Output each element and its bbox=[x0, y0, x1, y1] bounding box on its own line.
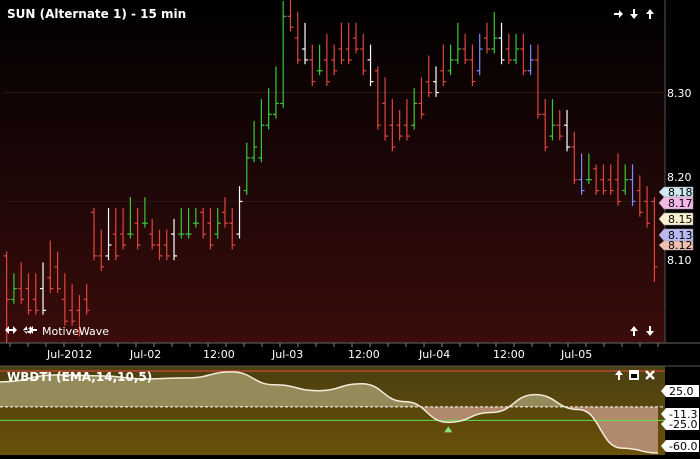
time-axis-label: Jul-05 bbox=[560, 348, 592, 361]
time-axis-label: Jul-02 bbox=[129, 348, 161, 361]
price-tag: 8.17 bbox=[658, 196, 694, 210]
price-tag-label: 8.15 bbox=[668, 213, 693, 226]
watermark-text: MotiveWave bbox=[42, 325, 109, 338]
chart-window: SUN (Alternate 1) - 15 min MotiveWave 8.… bbox=[0, 0, 700, 455]
price-tick-label: 8.30 bbox=[667, 87, 692, 100]
chart-canvas[interactable]: SUN (Alternate 1) - 15 min MotiveWave 8.… bbox=[0, 0, 700, 455]
indicator-level-label: 25.0 bbox=[669, 385, 694, 398]
time-axis-label: 12:00 bbox=[203, 348, 235, 361]
price-tick-label: 8.10 bbox=[667, 254, 692, 267]
indicator-level-label: -60.0 bbox=[669, 440, 697, 453]
time-axis-label: Jul-04 bbox=[418, 348, 450, 361]
price-tag-label: 8.12 bbox=[668, 239, 693, 252]
price-tag: 8.12 bbox=[658, 239, 694, 252]
time-axis-label: Jul-03 bbox=[271, 348, 303, 361]
time-axis-label: 12:00 bbox=[348, 348, 380, 361]
indicator-level-tag: -60.0 bbox=[661, 440, 699, 453]
indicator-level-tag: -25.0 bbox=[661, 418, 699, 431]
price-panel-background bbox=[0, 0, 665, 343]
chart-title: SUN (Alternate 1) - 15 min bbox=[7, 7, 186, 21]
indicator-axis: 25.0 -11.3 -25.0 -60.0 bbox=[661, 385, 699, 453]
price-tag: 8.15 bbox=[658, 212, 694, 226]
price-tag-label: 8.17 bbox=[668, 197, 693, 210]
indicator-level-label: -25.0 bbox=[669, 418, 697, 431]
maximize-panel-icon[interactable] bbox=[629, 370, 639, 380]
time-axis-label: Jul-2012 bbox=[46, 348, 92, 361]
time-axis-label: 12:00 bbox=[493, 348, 525, 361]
indicator-level-tag: 25.0 bbox=[661, 385, 699, 398]
indicator-title: WBDTI (EMA,14,10,5) bbox=[7, 370, 152, 384]
price-tag-list: 8.18 8.17 8.15 8.13 8.12 bbox=[658, 186, 694, 252]
price-tick-label: 8.20 bbox=[667, 171, 692, 184]
